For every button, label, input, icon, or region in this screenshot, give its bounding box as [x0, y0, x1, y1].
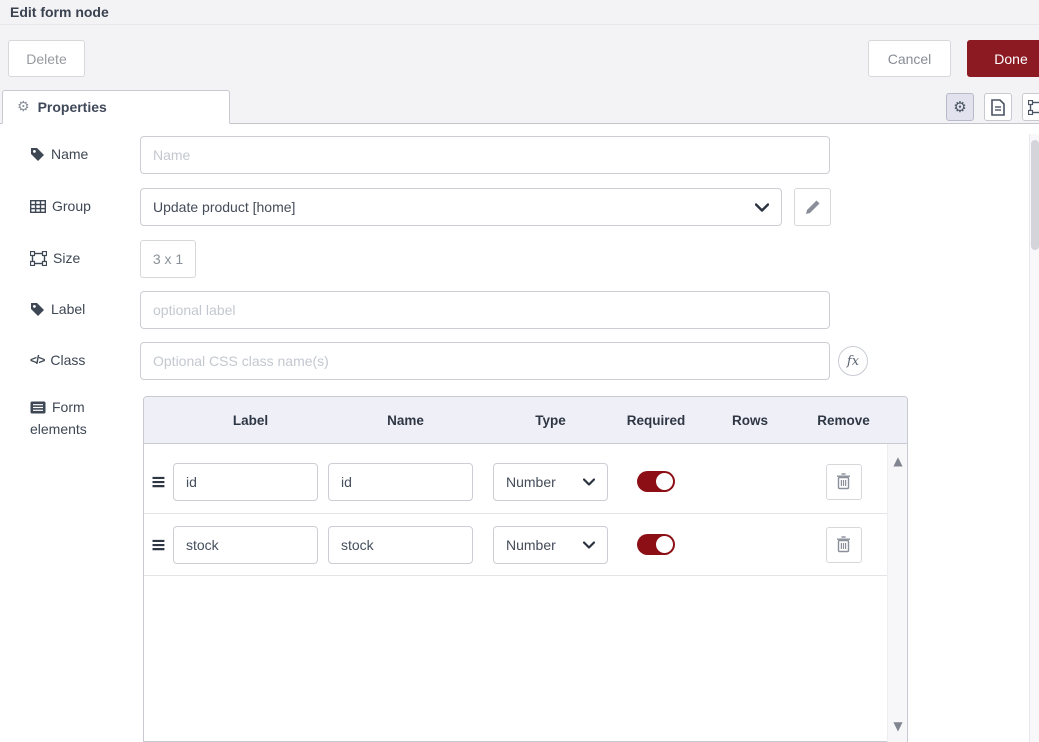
- label-label: Label: [51, 301, 85, 317]
- tab-properties-label: Properties: [38, 99, 107, 115]
- header-remove: Remove: [796, 413, 891, 428]
- panel-scrollbar[interactable]: [1029, 134, 1039, 742]
- fx-icon: fx: [847, 354, 859, 369]
- chevron-down-icon: [583, 541, 595, 549]
- remove-element-button[interactable]: [826, 527, 862, 563]
- name-input[interactable]: [140, 136, 830, 174]
- document-icon: [991, 99, 1005, 116]
- tag-icon: [30, 302, 45, 317]
- tab-properties[interactable]: ⚙ Properties: [2, 90, 230, 124]
- required-toggle[interactable]: [637, 534, 675, 555]
- scroll-up-icon[interactable]: ▲: [888, 454, 908, 468]
- trash-icon: [836, 473, 851, 490]
- properties-panel: Name Group Update product [home]: [0, 125, 1029, 742]
- form-elements-table-header: Label Name Type Required Rows Remove: [144, 397, 907, 444]
- table-row: ≡ Number: [144, 444, 887, 514]
- element-name-input[interactable]: [328, 526, 473, 564]
- pencil-icon: [805, 200, 820, 215]
- description-pane-button[interactable]: [984, 93, 1012, 121]
- delete-button[interactable]: Delete: [8, 40, 85, 77]
- appearance-pane-button[interactable]: [1022, 93, 1039, 121]
- form-elements-label-line2: elements: [30, 421, 87, 437]
- element-type-value: Number: [506, 474, 556, 490]
- element-label-input[interactable]: [173, 463, 318, 501]
- form-elements-table: Label Name Type Required Rows Remove ≡: [143, 396, 908, 742]
- editor-pane-switcher: ⚙: [946, 93, 1039, 121]
- group-label: Group: [52, 198, 91, 214]
- group-select[interactable]: Update product [home]: [140, 188, 782, 226]
- code-icon: </>: [30, 353, 44, 367]
- chevron-down-icon: [755, 203, 769, 212]
- table-icon: [30, 200, 46, 213]
- element-type-value: Number: [506, 537, 556, 553]
- object-group-icon: [30, 251, 47, 266]
- gear-icon: ⚙: [17, 99, 30, 115]
- table-scrollbar[interactable]: ▲ ▼: [887, 444, 907, 742]
- remove-element-button[interactable]: [826, 464, 862, 500]
- dialog-title: Edit form node: [10, 4, 109, 20]
- properties-pane-button[interactable]: ⚙: [946, 93, 974, 121]
- scroll-down-icon[interactable]: ▼: [888, 719, 908, 733]
- scrollbar-thumb[interactable]: [1031, 140, 1039, 250]
- element-name-input[interactable]: [328, 463, 473, 501]
- header-label: Label: [173, 413, 328, 428]
- dialog-header: Edit form node: [0, 0, 1039, 25]
- fx-dynamic-class-button[interactable]: fx: [838, 346, 868, 376]
- cancel-button[interactable]: Cancel: [868, 40, 951, 77]
- form-elements-label-line1: Form: [52, 399, 85, 415]
- trash-icon: [836, 536, 851, 553]
- table-row: ≡ Number: [144, 514, 887, 576]
- element-type-select[interactable]: Number: [493, 526, 608, 564]
- header-required: Required: [608, 413, 704, 428]
- form-elements-table-body: ≡ Number: [144, 444, 907, 742]
- dialog-toolbar: Delete Cancel Done: [0, 25, 1039, 90]
- header-rows: Rows: [704, 413, 796, 428]
- label-input[interactable]: [140, 291, 830, 329]
- gear-icon: ⚙: [953, 98, 966, 116]
- drag-handle-icon[interactable]: ≡: [144, 471, 173, 493]
- size-label: Size: [53, 250, 80, 266]
- header-type: Type: [493, 413, 608, 428]
- chevron-down-icon: [583, 478, 595, 486]
- header-name: Name: [328, 413, 483, 428]
- size-value-button[interactable]: 3 x 1: [140, 240, 196, 278]
- class-label: Class: [50, 352, 85, 368]
- required-toggle[interactable]: [637, 471, 675, 492]
- edit-group-button[interactable]: [794, 188, 831, 226]
- list-alt-icon: [30, 401, 46, 414]
- tag-icon: [30, 147, 45, 162]
- tab-bar: ⚙ Properties ⚙: [0, 90, 1039, 124]
- element-label-input[interactable]: [173, 526, 318, 564]
- name-label: Name: [51, 146, 88, 162]
- done-button[interactable]: Done: [967, 40, 1039, 77]
- element-type-select[interactable]: Number: [493, 463, 608, 501]
- drag-handle-icon[interactable]: ≡: [144, 534, 173, 556]
- class-input[interactable]: [140, 342, 830, 380]
- edit-form-node-dialog: Edit form node Delete Cancel Done ⚙ Prop…: [0, 0, 1039, 742]
- object-group-icon: [1028, 100, 1039, 115]
- group-select-value: Update product [home]: [153, 199, 295, 215]
